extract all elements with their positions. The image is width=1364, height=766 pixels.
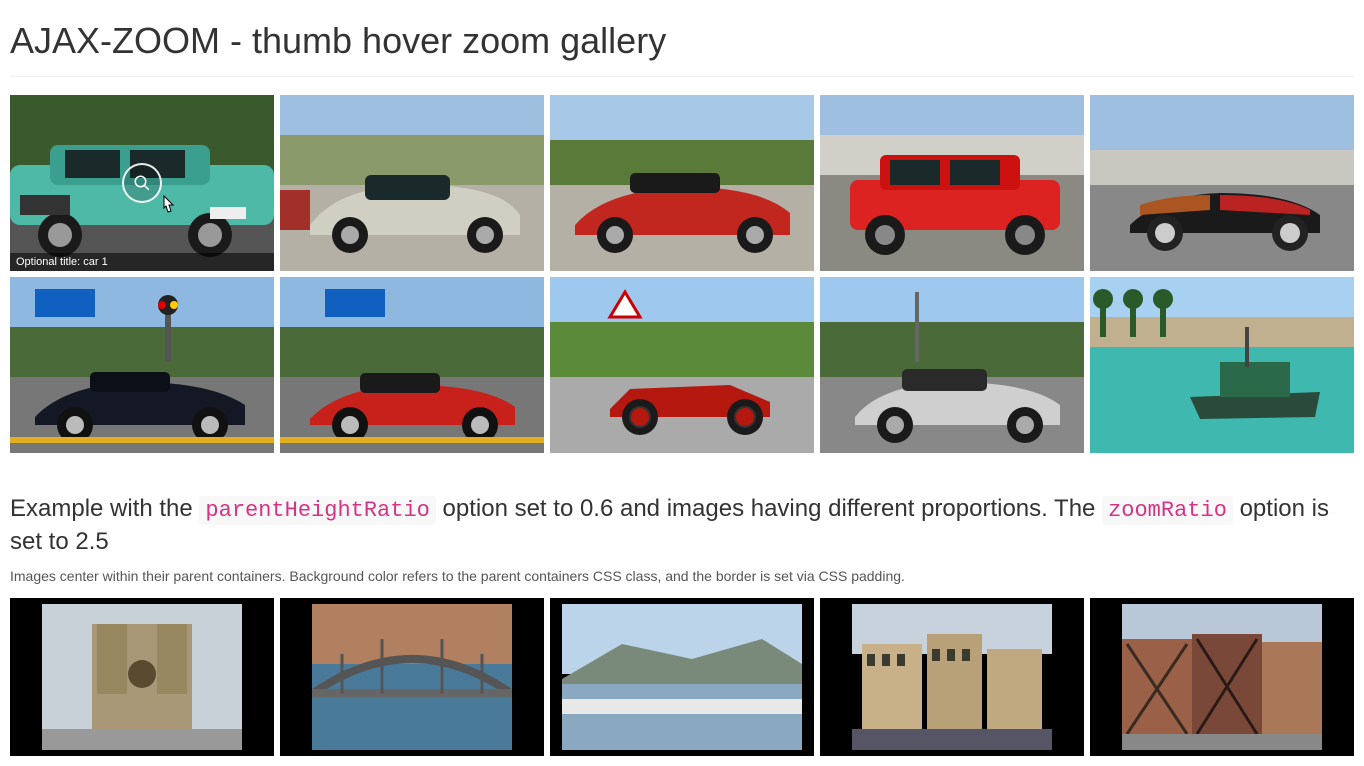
caption-value: car 1 <box>83 256 107 268</box>
car-3-red-mustang-image <box>550 95 814 271</box>
page-title: AJAX-ZOOM - thumb hover zoom gallery <box>10 10 1354 77</box>
car-7-alfa-image <box>280 277 544 453</box>
photo-bridge-image <box>312 604 512 750</box>
gallery-photos <box>10 598 1354 756</box>
photo-palace-image <box>852 604 1052 750</box>
code-zoomratio: zoomRatio <box>1102 496 1233 525</box>
boat-harbor-image <box>1090 277 1354 453</box>
caption-prefix: Optional title: <box>16 256 83 268</box>
example-subnote: Images center within their parent contai… <box>10 568 1354 584</box>
thumb-photo-5[interactable] <box>1090 598 1354 756</box>
car-1-teal-sedan-image <box>10 95 274 271</box>
gallery-cars: Optional title: car 1 <box>10 95 1354 453</box>
example-text-1: Example with the <box>10 495 199 522</box>
thumb-caption: Optional title: car 1 <box>10 253 274 271</box>
car-5-vintage-convertible-image <box>1090 95 1354 271</box>
thumb-car-6[interactable] <box>10 277 274 453</box>
thumb-photo-1[interactable] <box>10 598 274 756</box>
car-6-jaguar-image <box>10 277 274 453</box>
car-8-vintage-racer-image <box>550 277 814 453</box>
example-text-2: option set to 0.6 and images having diff… <box>436 495 1102 522</box>
thumb-car-5[interactable] <box>1090 95 1354 271</box>
thumb-photo-3[interactable] <box>550 598 814 756</box>
example-heading: Example with the parentHeightRatio optio… <box>10 493 1354 558</box>
photo-marina-image <box>562 604 802 750</box>
thumb-photo-2[interactable] <box>280 598 544 756</box>
car-9-rolls-image <box>820 277 1084 453</box>
thumb-car-2[interactable] <box>280 95 544 271</box>
thumb-car-9[interactable] <box>820 277 1084 453</box>
thumb-car-3[interactable] <box>550 95 814 271</box>
car-4-red-toyota-image <box>820 95 1084 271</box>
thumb-car-7[interactable] <box>280 277 544 453</box>
thumb-car-8[interactable] <box>550 277 814 453</box>
thumb-car-1[interactable]: Optional title: car 1 <box>10 95 274 271</box>
thumb-boat-10[interactable] <box>1090 277 1354 453</box>
car-2-silver-mustang-image <box>280 95 544 271</box>
code-parentheightratio: parentHeightRatio <box>199 496 435 525</box>
photo-timber-houses-image <box>1122 604 1322 750</box>
photo-cathedral-image <box>42 604 242 750</box>
thumb-photo-4[interactable] <box>820 598 1084 756</box>
thumb-car-4[interactable] <box>820 95 1084 271</box>
